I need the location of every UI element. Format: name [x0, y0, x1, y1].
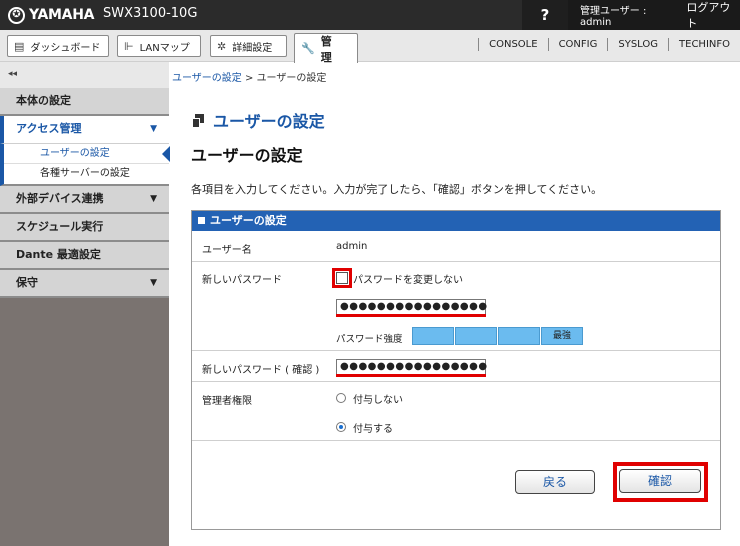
- confirm-input-highlight: [336, 374, 486, 377]
- breadcrumb-parent-link[interactable]: ユーザーの設定: [172, 73, 242, 84]
- no-change-password-checkbox[interactable]: [332, 268, 352, 288]
- breadcrumb-current: ユーザーの設定: [256, 73, 327, 84]
- no-change-password-label: パスワードを変更しない: [353, 275, 463, 286]
- page-header: ユーザーの設定: [192, 108, 325, 132]
- collapse-sidebar-icon[interactable]: ◂◂: [0, 62, 169, 88]
- sidebar-item-label: アクセス管理: [16, 122, 82, 135]
- admin-yes-label: 付与する: [353, 424, 393, 435]
- username-value: admin: [336, 241, 368, 252]
- strength-segment-label: 最強: [541, 327, 583, 345]
- tab-lan-map[interactable]: ⊩ LANマップ: [117, 35, 201, 57]
- brand-name: YAMAHA: [29, 7, 95, 23]
- wrench-icon: 🔧: [301, 42, 315, 55]
- sidebar-item-schedule[interactable]: スケジュール実行: [0, 214, 169, 242]
- new-password-row: 新しいパスワード パスワードを変更しない ●●●●●●●●●●●●●●●● パス…: [192, 263, 720, 351]
- sidebar-item-dante[interactable]: Dante 最適設定: [0, 242, 169, 270]
- user-area: 管理ユーザー : admin ログアウト: [568, 0, 740, 30]
- gear-icon: ✲: [217, 39, 227, 53]
- current-user: 管理ユーザー : admin: [580, 6, 647, 28]
- password-strength-label: パスワード強度: [336, 334, 403, 345]
- admin-rights-row: 管理者権限 付与しない 付与する: [192, 383, 720, 441]
- console-link[interactable]: CONSOLE: [478, 38, 547, 51]
- page-icon: [192, 114, 204, 128]
- chevron-down-icon: ▼: [150, 124, 157, 134]
- admin-rights-label: 管理者権限: [202, 396, 252, 407]
- syslog-link[interactable]: SYSLOG: [607, 38, 668, 51]
- confirm-password-input[interactable]: ●●●●●●●●●●●●●●●●: [336, 359, 487, 375]
- tab-detailed-settings-label: 詳細設定: [232, 42, 273, 54]
- confirm-password-label: 新しいパスワード ( 確認 ): [202, 365, 320, 376]
- new-password-input[interactable]: ●●●●●●●●●●●●●●●●: [336, 299, 487, 315]
- lan-map-icon: ⊩: [124, 39, 134, 53]
- sidebar-item-label: スケジュール実行: [16, 220, 104, 233]
- tab-dashboard-label: ダッシュボード: [30, 42, 101, 54]
- sidebar-item-access-management[interactable]: アクセス管理 ▼: [0, 116, 169, 144]
- password-strength-meter: 最強: [412, 327, 584, 345]
- admin-no-radio[interactable]: [336, 393, 346, 403]
- tab-lan-map-label: LANマップ: [139, 42, 190, 54]
- sidebar-subitem-server-settings[interactable]: 各種サーバーの設定: [4, 164, 169, 184]
- logout-link[interactable]: ログアウト: [686, 0, 740, 31]
- tab-management-label: 管 理: [320, 34, 343, 64]
- strength-segment: [498, 327, 540, 345]
- help-button[interactable]: ?: [522, 0, 568, 30]
- tab-detailed-settings[interactable]: ✲ 詳細設定: [210, 35, 287, 57]
- chevron-down-icon: ▼: [150, 278, 157, 288]
- access-management-submenu: ユーザーの設定 各種サーバーの設定: [0, 144, 170, 186]
- confirm-password-row: 新しいパスワード ( 確認 ) ●●●●●●●●●●●●●●●●: [192, 352, 720, 382]
- user-settings-panel: ユーザーの設定 ユーザー名 admin 新しいパスワード パスワードを変更しない…: [191, 210, 721, 530]
- square-bullet-icon: [198, 217, 205, 224]
- strength-segment: [412, 327, 454, 345]
- main-toolbar: ▤ ダッシュボード ⊩ LANマップ ✲ 詳細設定 🔧 管 理 CONSOLE …: [0, 30, 740, 64]
- panel-title: ユーザーの設定: [210, 214, 287, 227]
- confirm-button[interactable]: 確認: [619, 469, 701, 493]
- utility-links: CONSOLE CONFIG SYSLOG TECHINFO: [478, 38, 740, 51]
- sidebar-item-external-devices[interactable]: 外部デバイス連携 ▼: [0, 186, 169, 214]
- page-title: ユーザーの設定: [191, 146, 303, 165]
- new-password-label: 新しいパスワード: [202, 275, 282, 286]
- techinfo-link[interactable]: TECHINFO: [668, 38, 740, 51]
- sidebar-item-label: 本体の設定: [16, 94, 71, 107]
- config-link[interactable]: CONFIG: [547, 38, 608, 51]
- instructions-text: 各項目を入力してください。入力が完了したら、「確認」ボタンを押してください。: [191, 183, 603, 196]
- model-name: SWX3100-10G: [103, 6, 198, 21]
- username-label: ユーザー名: [202, 245, 252, 256]
- breadcrumb-separator: >: [241, 73, 257, 84]
- strength-segment: [455, 327, 497, 345]
- top-bar: ✪ YAMAHA SWX3100-10G ? 管理ユーザー : admin ログ…: [0, 0, 740, 30]
- sidebar-item-device-settings[interactable]: 本体の設定: [0, 88, 169, 116]
- sidebar-item-maintenance[interactable]: 保守 ▼: [0, 270, 169, 298]
- sidebar-item-label: Dante 最適設定: [16, 248, 101, 261]
- panel-header: ユーザーの設定: [192, 211, 720, 231]
- page-header-title: ユーザーの設定: [213, 112, 325, 131]
- sidebar-item-label: 外部デバイス連携: [16, 192, 104, 205]
- tab-management[interactable]: 🔧 管 理: [294, 33, 358, 64]
- yamaha-tuning-fork-icon: ✪: [8, 6, 25, 24]
- sidebar-item-label: 保守: [16, 276, 38, 289]
- breadcrumb: ユーザーの設定 > ユーザーの設定: [172, 69, 326, 84]
- username-row: ユーザー名 admin: [192, 232, 720, 262]
- tab-dashboard[interactable]: ▤ ダッシュボード: [7, 35, 109, 57]
- admin-yes-radio[interactable]: [336, 422, 346, 432]
- back-button[interactable]: 戻る: [515, 470, 595, 494]
- sidebar: ◂◂ 本体の設定 アクセス管理 ▼ ユーザーの設定 各種サーバーの設定 外部デバ…: [0, 62, 170, 546]
- yamaha-logo: ✪ YAMAHA: [8, 5, 94, 25]
- sidebar-subitem-user-settings[interactable]: ユーザーの設定: [4, 144, 170, 164]
- password-input-highlight: [336, 314, 486, 317]
- chevron-down-icon: ▼: [150, 194, 157, 204]
- admin-no-label: 付与しない: [353, 395, 403, 406]
- dashboard-icon: ▤: [14, 39, 25, 53]
